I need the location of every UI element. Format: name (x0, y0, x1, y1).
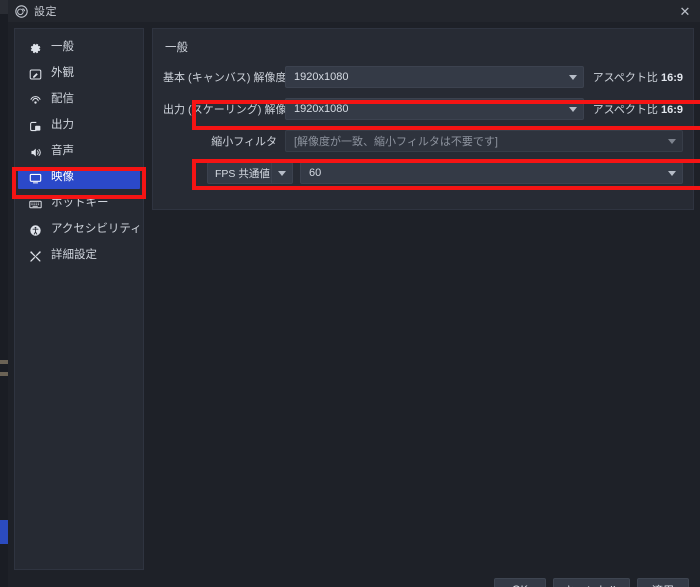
display-icon (28, 171, 42, 185)
appearance-icon (28, 67, 42, 81)
sidebar-item-advanced[interactable]: 詳細設定 (18, 245, 140, 267)
cancel-button[interactable]: キャンセル (553, 578, 630, 587)
sidebar-item-label: 一般 (51, 41, 74, 54)
sidebar-item-stream[interactable]: 配信 (18, 89, 140, 111)
row-fps: FPS 共通値 60 (163, 162, 683, 184)
sidebar-item-label: 音声 (51, 145, 74, 158)
fps-type-combo[interactable]: FPS 共通値 (207, 162, 293, 184)
settings-window: 設定 ✕ 一般 外観 配信 出力 音声 映像 ホットキー アクセシビリティ 詳細… (8, 0, 700, 587)
sidebar-item-hotkeys[interactable]: ホットキー (18, 193, 140, 215)
speaker-icon (28, 145, 42, 159)
broadcast-icon (28, 93, 42, 107)
fps-value-combo[interactable]: 60 (300, 162, 683, 184)
output-aspect-ratio: アスペクト比 16:9 (584, 101, 683, 117)
sidebar-item-accessibility[interactable]: アクセシビリティ (18, 219, 142, 241)
base-aspect-ratio: アスペクト比 16:9 (584, 69, 683, 85)
sidebar-item-video[interactable]: 映像 (18, 167, 140, 189)
sidebar-item-appearance[interactable]: 外観 (18, 63, 140, 85)
row-output-resolution: 出力 (スケーリング) 解像度 1920x1080 アスペクト比 16:9 (163, 98, 683, 120)
general-group-box: 一般 基本 (キャンバス) 解像度 1920x1080 アスペクト比 16:9 (152, 28, 694, 210)
gear-icon (28, 41, 42, 55)
output-aspect-ratio-label: アスペクト比 (592, 104, 658, 116)
title-bar-left: 設定 (8, 3, 57, 19)
row-base-resolution: 基本 (キャンバス) 解像度 1920x1080 アスペクト比 16:9 (163, 66, 683, 88)
sidebar-item-output[interactable]: 出力 (18, 115, 140, 137)
close-icon[interactable]: ✕ (670, 0, 700, 22)
settings-sidebar: 一般 外観 配信 出力 音声 映像 ホットキー アクセシビリティ 詳細設定 (14, 28, 144, 570)
sidebar-item-label: 映像 (51, 171, 74, 184)
window-title: 設定 (34, 6, 57, 18)
ok-button[interactable]: OK (494, 578, 546, 587)
dialog-footer: OK キャンセル 適用 (8, 570, 700, 587)
sidebar-item-label: 出力 (51, 119, 74, 132)
fps-type-value: FPS 共通値 (215, 167, 270, 180)
chevron-down-icon[interactable] (662, 163, 682, 183)
sidebar-item-audio[interactable]: 音声 (18, 141, 140, 163)
base-resolution-value: 1920x1080 (294, 71, 349, 83)
background-window-sliver (0, 0, 8, 587)
output-icon (28, 119, 42, 133)
accessibility-icon (28, 223, 42, 237)
tools-icon (28, 249, 42, 263)
downscale-filter-label: 縮小フィルタ (211, 136, 277, 148)
output-resolution-value: 1920x1080 (294, 103, 349, 115)
obs-logo-icon (15, 4, 28, 18)
chevron-down-icon[interactable] (563, 67, 583, 87)
output-resolution-combo[interactable]: 1920x1080 (285, 98, 584, 120)
output-aspect-ratio-value: 16:9 (660, 104, 683, 116)
apply-button[interactable]: 適用 (637, 578, 689, 587)
window-body: 一般 外観 配信 出力 音声 映像 ホットキー アクセシビリティ 詳細設定 一般… (8, 22, 700, 570)
chevron-down-icon[interactable] (272, 163, 292, 183)
row-downscale-filter: 縮小フィルタ [解像度が一致、縮小フィルタは不要です] (163, 130, 683, 152)
sidebar-item-label: 詳細設定 (51, 249, 97, 262)
downscale-filter-value: [解像度が一致、縮小フィルタは不要です] (294, 136, 498, 148)
output-resolution-label: 出力 (スケーリング) 解像度 (163, 104, 298, 116)
sidebar-item-label: 外観 (51, 67, 74, 80)
base-aspect-ratio-label: アスペクト比 (592, 72, 658, 84)
base-resolution-label: 基本 (キャンバス) 解像度 (163, 72, 287, 84)
obs-settings-window-screenshot: 設定 ✕ 一般 外観 配信 出力 音声 映像 ホットキー アクセシビリティ 詳細… (0, 0, 700, 587)
base-resolution-combo[interactable]: 1920x1080 (285, 66, 584, 88)
downscale-filter-combo: [解像度が一致、縮小フィルタは不要です] (285, 130, 683, 152)
sidebar-item-general[interactable]: 一般 (18, 37, 140, 59)
group-title: 一般 (165, 42, 188, 54)
keyboard-icon (28, 197, 42, 211)
title-bar-buttons: ✕ (670, 0, 700, 22)
fps-value: 60 (309, 167, 322, 179)
base-aspect-ratio-value: 16:9 (660, 72, 683, 84)
chevron-down-icon[interactable] (563, 99, 583, 119)
chevron-down-icon (662, 131, 682, 151)
sidebar-item-label: ホットキー (51, 197, 109, 210)
sidebar-item-label: アクセシビリティ (51, 223, 142, 236)
settings-content-video: 一般 基本 (キャンバス) 解像度 1920x1080 アスペクト比 16:9 (144, 28, 694, 570)
sidebar-item-label: 配信 (51, 93, 74, 106)
title-bar: 設定 ✕ (8, 0, 700, 22)
